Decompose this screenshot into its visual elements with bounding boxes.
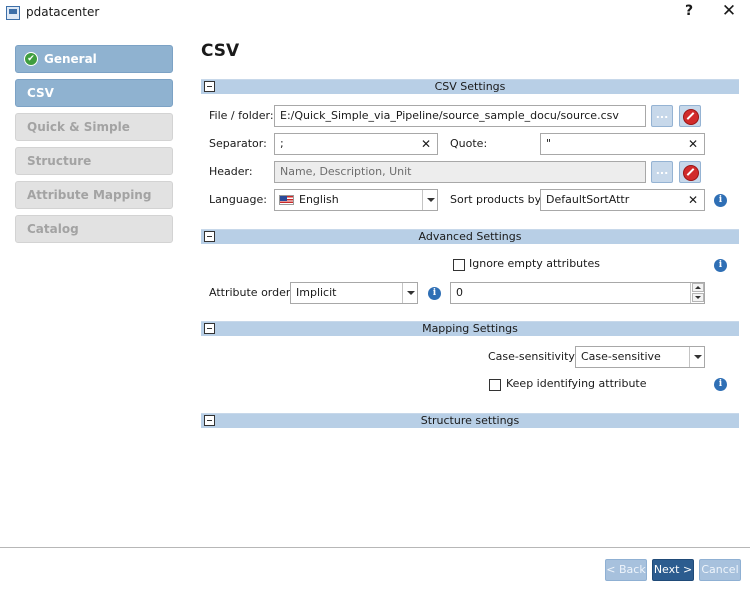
sidebar-item-quick-simple: Quick & Simple: [15, 113, 173, 141]
sidebar-item-label: CSV: [27, 86, 54, 100]
attribute-order-select[interactable]: Implicit: [290, 282, 418, 304]
sidebar-item-catalog: Catalog: [15, 215, 173, 243]
quote-label: Quote:: [450, 137, 488, 150]
browse-header-button[interactable]: ...: [651, 161, 673, 183]
sidebar-item-label: Quick & Simple: [27, 120, 130, 134]
keep-identifying-label[interactable]: Keep identifying attribute: [506, 373, 647, 395]
sidebar-item-label: Structure: [27, 154, 92, 168]
info-icon[interactable]: i: [714, 194, 727, 207]
language-select[interactable]: English: [274, 189, 438, 211]
help-button[interactable]: ?: [682, 3, 696, 19]
decrement-icon[interactable]: [692, 293, 704, 302]
order-number-stepper[interactable]: 0: [450, 282, 705, 304]
us-flag-icon: [279, 195, 294, 205]
order-number-value: 0: [456, 286, 463, 299]
cancel-button[interactable]: Cancel: [699, 559, 741, 581]
clear-separator-icon[interactable]: ✕: [421, 137, 431, 151]
advanced-settings-header[interactable]: Advanced Settings: [201, 229, 739, 244]
language-value: English: [299, 193, 339, 206]
check-icon: ✔: [24, 52, 38, 66]
clear-quote-icon[interactable]: ✕: [688, 137, 698, 151]
ignore-empty-checkbox[interactable]: [453, 259, 465, 271]
sort-products-input[interactable]: DefaultSortAttr: [540, 189, 705, 211]
file-folder-input[interactable]: E:/Quick_Simple_via_Pipeline/source_samp…: [274, 105, 646, 127]
chevron-down-icon[interactable]: [422, 190, 437, 210]
chevron-down-icon[interactable]: [689, 347, 704, 367]
clear-sort-icon[interactable]: ✕: [688, 193, 698, 207]
header-label: Header:: [209, 165, 253, 178]
sidebar-item-label: General: [44, 52, 97, 66]
section-title: Structure settings: [420, 414, 520, 427]
sidebar-item-label: Catalog: [27, 222, 79, 236]
csv-settings-header[interactable]: CSV Settings: [201, 79, 739, 94]
sort-products-label: Sort products by:: [450, 193, 544, 206]
header-input[interactable]: Name, Description, Unit: [274, 161, 646, 183]
case-sensitivity-select[interactable]: Case-sensitive: [575, 346, 705, 368]
case-sensitivity-label: Case-sensitivity:: [488, 350, 578, 363]
info-icon[interactable]: i: [428, 287, 441, 300]
sidebar-item-label: Attribute Mapping: [27, 188, 152, 202]
clear-header-button[interactable]: [679, 161, 701, 183]
attribute-order-value: Implicit: [296, 286, 337, 299]
stepper-buttons[interactable]: [690, 283, 704, 303]
case-sensitivity-value: Case-sensitive: [581, 350, 661, 363]
ignore-empty-label[interactable]: Ignore empty attributes: [469, 253, 600, 275]
chevron-down-icon[interactable]: [402, 283, 417, 303]
sidebar-item-csv[interactable]: CSV: [15, 79, 173, 107]
separator-label: Separator:: [209, 137, 267, 150]
footer-divider: [0, 547, 750, 548]
browse-file-button[interactable]: ...: [651, 105, 673, 127]
attribute-order-label: Attribute order:: [209, 286, 294, 299]
separator-input[interactable]: ;: [274, 133, 438, 155]
clear-file-button[interactable]: [679, 105, 701, 127]
close-button[interactable]: ✕: [719, 1, 739, 21]
increment-icon[interactable]: [692, 283, 704, 292]
quote-input[interactable]: ": [540, 133, 705, 155]
window-title: pdatacenter: [26, 5, 100, 19]
file-folder-label: File / folder:: [209, 109, 274, 122]
structure-settings-header[interactable]: Structure settings: [201, 413, 739, 428]
app-icon: [6, 6, 20, 20]
mapping-settings-header[interactable]: Mapping Settings: [201, 321, 739, 336]
sidebar-item-attribute-mapping: Attribute Mapping: [15, 181, 173, 209]
back-button[interactable]: < Back: [605, 559, 647, 581]
info-icon[interactable]: i: [714, 259, 727, 272]
sidebar-item-structure: Structure: [15, 147, 173, 175]
page-title: CSV: [201, 41, 240, 61]
sidebar-item-general[interactable]: ✔ General: [15, 45, 173, 73]
language-label: Language:: [209, 193, 267, 206]
next-button[interactable]: Next >: [652, 559, 694, 581]
info-icon[interactable]: i: [714, 378, 727, 391]
section-title: Mapping Settings: [422, 322, 518, 335]
section-title: CSV Settings: [434, 80, 506, 93]
section-title: Advanced Settings: [418, 230, 522, 243]
keep-identifying-checkbox[interactable]: [489, 379, 501, 391]
